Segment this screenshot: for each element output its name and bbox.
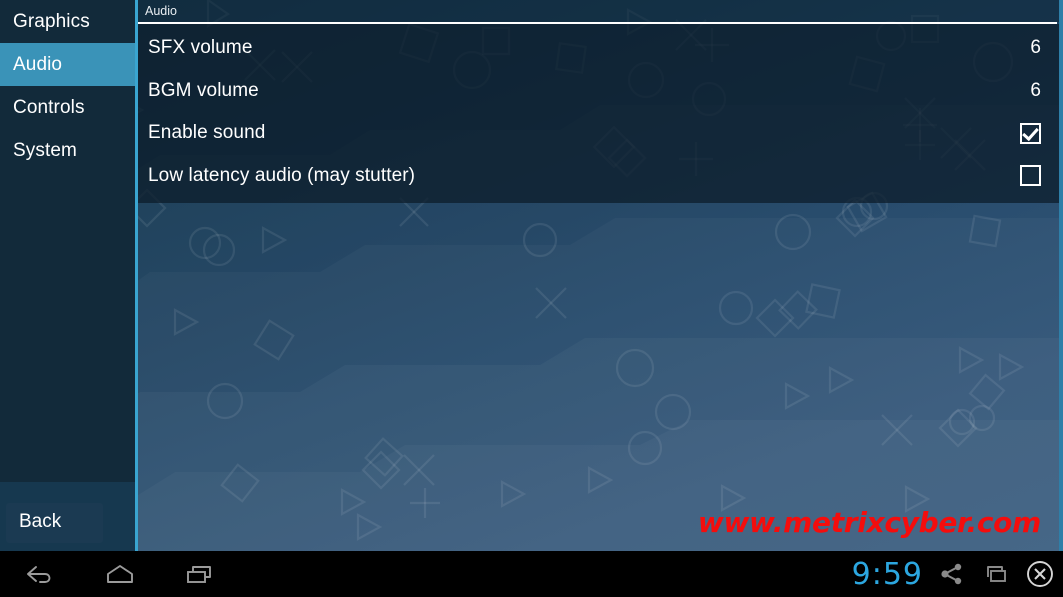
setting-label: Low latency audio (may stutter) [148, 164, 416, 186]
setting-value[interactable]: 6 [1030, 80, 1041, 102]
sidebar-item-system[interactable]: System [0, 129, 135, 172]
checkbox-enable-sound[interactable] [1020, 122, 1041, 144]
share-icon[interactable] [937, 559, 967, 589]
sidebar-item-label: System [13, 139, 77, 161]
sidebar-item-graphics[interactable]: Graphics [0, 0, 135, 43]
emulator-settings-screen: Audio SFX volume 6 BGM volume 6 Enable s… [0, 0, 1063, 597]
back-button[interactable]: Back [6, 503, 103, 543]
nav-left-group [0, 551, 240, 597]
panel-title: Audio [138, 0, 1059, 22]
clock: 9:59 [851, 556, 923, 592]
setting-label: Enable sound [148, 122, 266, 144]
settings-list: SFX volume 6 BGM volume 6 Enable sound L… [138, 24, 1059, 203]
sidebar-item-audio[interactable]: Audio [0, 43, 135, 86]
home-icon[interactable] [80, 551, 160, 597]
recent-apps-icon[interactable] [160, 551, 240, 597]
game-screen: Audio SFX volume 6 BGM volume 6 Enable s… [0, 0, 1063, 551]
close-circle-icon[interactable] [1025, 559, 1055, 589]
setting-value[interactable]: 6 [1030, 37, 1041, 59]
back-button-wrapper: Back [6, 503, 103, 543]
setting-row-bgm-volume[interactable]: BGM volume 6 [138, 70, 1059, 113]
settings-sidebar: Graphics Audio Controls System Back [0, 0, 135, 551]
sidebar-divider [135, 0, 138, 551]
setting-row-enable-sound[interactable]: Enable sound [138, 112, 1059, 155]
sidebar-item-controls[interactable]: Controls [0, 86, 135, 129]
setting-row-sfx-volume[interactable]: SFX volume 6 [138, 27, 1059, 70]
nav-right-group: 9:59 [852, 551, 1055, 597]
checkbox-low-latency-audio[interactable] [1020, 165, 1041, 187]
sidebar-item-label: Audio [13, 53, 63, 75]
watermark: www.metrixcyber.com [697, 506, 1041, 539]
sidebar-spacer [0, 172, 135, 482]
android-navigation-bar: 9:59 [0, 551, 1063, 597]
right-edge-accent [1059, 0, 1063, 551]
sidebar-item-label: Controls [13, 96, 85, 118]
setting-label: SFX volume [148, 37, 253, 59]
setting-row-low-latency-audio[interactable]: Low latency audio (may stutter) [138, 155, 1059, 198]
cast-window-icon[interactable] [981, 559, 1011, 589]
setting-label: BGM volume [148, 79, 259, 101]
settings-panel: Audio SFX volume 6 BGM volume 6 Enable s… [138, 0, 1059, 203]
back-arrow-icon[interactable] [0, 551, 80, 597]
sidebar-item-label: Graphics [13, 10, 90, 32]
